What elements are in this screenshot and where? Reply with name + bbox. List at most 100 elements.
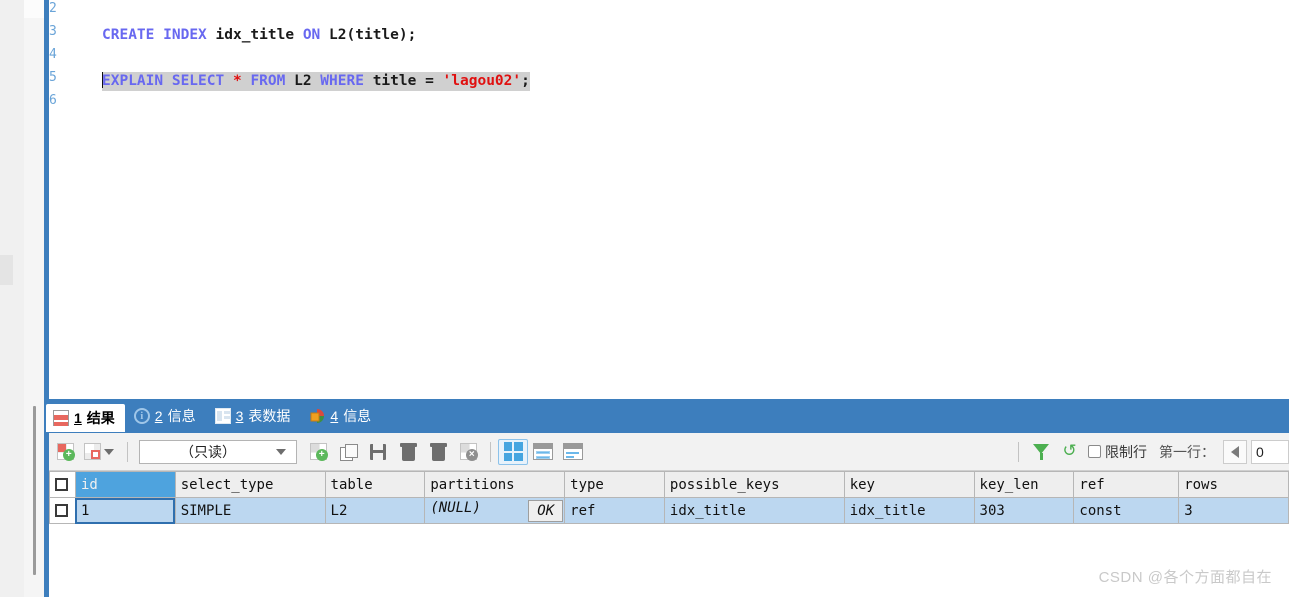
- tab-label: 信息: [343, 408, 372, 424]
- grid-remove-icon: ×: [459, 443, 478, 461]
- record-mode-select[interactable]: （只读）: [139, 439, 297, 464]
- info-circle-icon: i: [133, 408, 150, 424]
- toolbar-separator: [490, 441, 491, 462]
- row-checkbox[interactable]: [55, 504, 68, 517]
- result-tab-2[interactable]: i 2 信息: [127, 402, 206, 430]
- left-dock-tab[interactable]: [0, 255, 13, 285]
- code-token: =: [416, 73, 443, 89]
- chevron-down-icon: [104, 448, 114, 455]
- record-options-button[interactable]: [80, 438, 120, 466]
- line-number-gutter: 2 3 4 5 6: [49, 0, 68, 399]
- code-line[interactable]: CREATE INDEX idx_title ON L2(title);: [102, 24, 416, 46]
- column-header-select_type[interactable]: select_type: [174, 471, 326, 498]
- select-all-cell[interactable]: [49, 471, 76, 498]
- column-header-possible_keys[interactable]: possible_keys: [663, 471, 845, 498]
- save-record-button[interactable]: [363, 438, 393, 466]
- result-tab-4[interactable]: 4 信息: [302, 402, 381, 430]
- result-grid-toolbar: + （只读） + × ↺ 限制行 第一行： 0: [44, 433, 1289, 471]
- cell-possible_keys[interactable]: idx_title: [663, 497, 845, 524]
- form-view-button[interactable]: [528, 439, 558, 465]
- tab-label: 表数据: [248, 408, 291, 424]
- code-token: INDEX: [163, 27, 207, 43]
- limit-rows-checkbox[interactable]: [1088, 445, 1101, 458]
- limit-rows-label: 限制行: [1105, 443, 1147, 460]
- save-icon: [370, 443, 386, 460]
- refresh-button[interactable]: ↺: [1056, 438, 1086, 466]
- column-header-partitions[interactable]: partitions: [424, 471, 566, 498]
- toolbar-separator: [127, 441, 128, 462]
- code-token: EXPLAIN: [102, 73, 164, 89]
- copy-icon: [340, 443, 358, 461]
- cell-select_type[interactable]: SIMPLE: [174, 497, 326, 524]
- text-view-icon: [563, 443, 583, 460]
- cell-ref[interactable]: const: [1073, 497, 1180, 524]
- result-grid-icon: [53, 410, 69, 426]
- grid-plus-icon: +: [56, 443, 75, 461]
- code-token: ON: [302, 27, 321, 43]
- column-header-id[interactable]: id: [74, 471, 176, 498]
- row-select-cell[interactable]: [49, 497, 76, 524]
- vertical-splitter-handle[interactable]: [33, 406, 36, 575]
- tab-number: 4: [330, 408, 339, 424]
- tab-label: 信息: [167, 408, 196, 424]
- line-number: 4: [49, 47, 57, 62]
- trash-icon: [429, 442, 447, 461]
- code-token: ;: [521, 73, 530, 89]
- insert-record-button[interactable]: +: [303, 438, 333, 466]
- result-grid-empty-area: [49, 531, 1289, 597]
- sql-editor[interactable]: 23456 CREATE INDEX idx_title ON L2(title…: [44, 0, 1289, 399]
- text-view-button[interactable]: [558, 439, 588, 465]
- tab-number: 2: [154, 408, 163, 424]
- tab-number: 1: [74, 410, 82, 426]
- first-row-label: 第一行：: [1159, 443, 1215, 460]
- column-header-rows[interactable]: rows: [1178, 471, 1289, 498]
- column-header-key[interactable]: key: [843, 471, 975, 498]
- chevron-down-icon: [276, 448, 286, 455]
- column-header-type[interactable]: type: [564, 471, 665, 498]
- code-token: idx_title: [215, 27, 295, 43]
- result-tab-1[interactable]: 1 结果: [46, 404, 125, 432]
- sql-code-area[interactable]: CREATE INDEX idx_title ON L2(title); EXPL…: [68, 0, 1289, 399]
- cell-key_len[interactable]: 303: [973, 497, 1075, 524]
- cell-key[interactable]: idx_title: [843, 497, 975, 524]
- second-delete-button[interactable]: [423, 438, 453, 466]
- select-all-checkbox[interactable]: [55, 478, 68, 491]
- first-row-prev-button[interactable]: [1223, 439, 1247, 464]
- duplicate-record-button[interactable]: [333, 438, 363, 466]
- filter-button[interactable]: [1026, 438, 1056, 466]
- code-line[interactable]: EXPLAIN SELECT * FROM L2 WHERE title = '…: [102, 70, 530, 92]
- result-tab-3[interactable]: 3 表数据: [208, 402, 301, 430]
- add-record-button[interactable]: +: [50, 438, 80, 466]
- cell-rows[interactable]: 3: [1178, 497, 1289, 524]
- cell-type[interactable]: ref: [564, 497, 665, 524]
- tab-number: 3: [235, 408, 244, 424]
- tab-label: 结果: [86, 410, 115, 426]
- cell-table[interactable]: L2: [324, 497, 426, 524]
- delete-record-button[interactable]: [393, 438, 423, 466]
- line-number: 2: [49, 1, 57, 16]
- first-row-input[interactable]: 0: [1251, 439, 1289, 464]
- line-number: 5: [49, 70, 57, 85]
- cell-id[interactable]: 1: [74, 497, 176, 524]
- funnel-icon: [1032, 443, 1050, 460]
- table-row[interactable]: 1 SIMPLE L2 (NULL) OK ref idx_title idx_title 30…: [49, 497, 1289, 524]
- explain-result-table[interactable]: id select_type table partitions type possible…: [49, 471, 1289, 524]
- left-panel-top-strip: [24, 0, 44, 18]
- remove-record-button[interactable]: ×: [453, 438, 483, 466]
- grid-view-button[interactable]: [498, 438, 528, 465]
- partitions-ok-button[interactable]: OK: [528, 499, 564, 522]
- record-mode-value: （只读）: [180, 443, 236, 460]
- column-header-table[interactable]: table: [324, 471, 426, 498]
- grid-view-icon: [503, 442, 523, 461]
- mysql-client-window: 23456 CREATE INDEX idx_title ON L2(title…: [0, 0, 1289, 597]
- column-header-key_len[interactable]: key_len: [973, 471, 1075, 498]
- column-header-ref[interactable]: ref: [1073, 471, 1180, 498]
- cell-partitions[interactable]: (NULL) OK: [424, 497, 566, 524]
